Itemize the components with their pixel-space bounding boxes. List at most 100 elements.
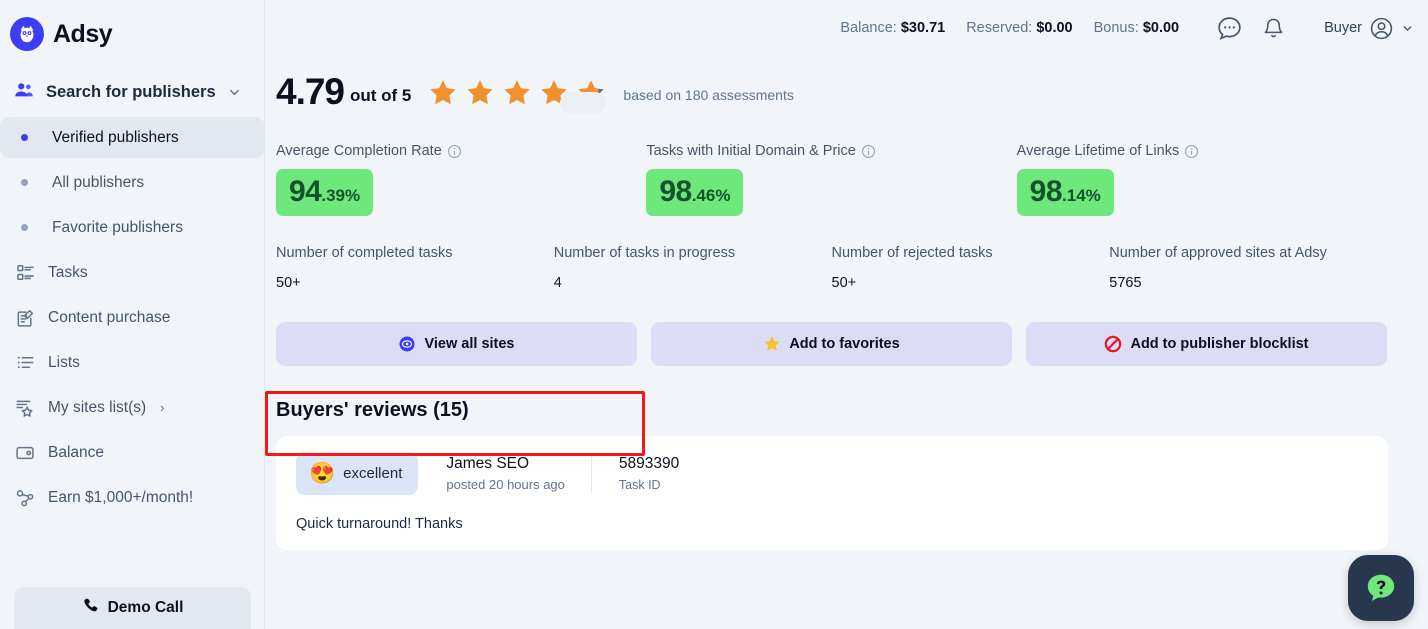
owl-logo-icon bbox=[10, 17, 44, 51]
sidebar-item-favorite-publishers[interactable]: Favorite publishers bbox=[0, 207, 264, 248]
reserved-label: Reserved: bbox=[966, 20, 1033, 36]
add-to-blocklist-label: Add to publisher blocklist bbox=[1130, 336, 1309, 352]
info-icon[interactable] bbox=[447, 144, 462, 159]
stat-label: Number of rejected tasks bbox=[831, 245, 993, 261]
sidebar-item-balance[interactable]: Balance bbox=[0, 432, 264, 473]
prohibited-icon bbox=[1104, 335, 1122, 353]
review-task-id-label: Task ID bbox=[618, 478, 661, 492]
review-task-info: 5893390 Task ID bbox=[590, 455, 680, 492]
stat-approved-sites: Number of approved sites at Adsy 5765 bbox=[1109, 245, 1387, 291]
user-avatar-icon bbox=[1369, 16, 1394, 41]
users-icon bbox=[13, 79, 35, 106]
balance-value: $30.71 bbox=[900, 20, 946, 36]
dot-icon bbox=[21, 134, 28, 141]
chat-dots-icon[interactable] bbox=[1214, 13, 1244, 43]
metric-value-dec: .39% bbox=[321, 186, 361, 205]
review-header: 😍 excellent James SEO posted 20 hours ag… bbox=[296, 452, 1368, 495]
metric-label: Average Lifetime of Links bbox=[1016, 143, 1180, 159]
brand-logo[interactable]: Adsy bbox=[0, 0, 264, 56]
stat-value: 50+ bbox=[831, 275, 857, 291]
tasks-icon bbox=[14, 262, 36, 284]
metric-label-wrap: Average Lifetime of Links bbox=[1017, 143, 1387, 159]
action-buttons-row: View all sites Add to favorites Add to p… bbox=[276, 322, 1387, 366]
scrolled-content-ghost bbox=[560, 92, 606, 114]
balance-display: Balance: $30.71 bbox=[840, 20, 945, 36]
stat-label: Number of tasks in progress bbox=[553, 245, 736, 261]
chevron-right-icon: › bbox=[160, 400, 165, 415]
eye-circle-icon bbox=[398, 335, 416, 353]
sidebar-search-publishers[interactable]: Search for publishers bbox=[0, 71, 264, 113]
sidebar-item-label: Balance bbox=[48, 443, 105, 461]
add-to-favorites-label: Add to favorites bbox=[789, 336, 900, 352]
dot-icon bbox=[21, 179, 28, 186]
rating-out-of-label: out of 5 bbox=[350, 85, 412, 105]
sidebar-item-earn[interactable]: Earn $1,000+/month! bbox=[0, 477, 264, 518]
metric-value-dec: .14% bbox=[1062, 186, 1101, 205]
metric-value-int: 98 bbox=[1029, 175, 1063, 208]
sidebar: Adsy Search for publishers Verified publ… bbox=[0, 0, 265, 629]
reserved-display: Reserved: $0.00 bbox=[966, 20, 1072, 36]
heart-eyes-emoji-icon: 😍 bbox=[309, 462, 336, 485]
demo-call-label: Demo Call bbox=[107, 599, 184, 616]
review-task-id: 5893390 bbox=[618, 455, 680, 472]
reserved-value: $0.00 bbox=[1036, 20, 1073, 36]
sidebar-item-lists[interactable]: Lists bbox=[0, 342, 264, 383]
bonus-display: Bonus: $0.00 bbox=[1094, 20, 1179, 36]
sidebar-item-label: Tasks bbox=[48, 263, 88, 281]
metric-label-wrap: Tasks with Initial Domain & Price bbox=[646, 143, 1016, 159]
sidebar-item-label: Earn $1,000+/month! bbox=[48, 488, 194, 506]
top-header: Balance: $30.71 Reserved: $0.00 Bonus: $… bbox=[265, 0, 1428, 56]
metric-value-int: 98 bbox=[659, 175, 692, 208]
metric-badge: 94 .39% bbox=[276, 169, 374, 216]
reviews-section-title: Buyers' reviews (15) bbox=[276, 399, 469, 421]
sidebar-item-my-sites-lists[interactable]: My sites list(s) › bbox=[0, 387, 264, 428]
review-sentiment-badge: 😍 excellent bbox=[296, 452, 419, 495]
main-content: 4.79 out of 5 based on 180 assessments A… bbox=[265, 56, 1428, 629]
sidebar-item-label: Lists bbox=[48, 353, 80, 371]
view-all-sites-button[interactable]: View all sites bbox=[276, 322, 637, 366]
stat-completed-tasks: Number of completed tasks 50+ bbox=[276, 245, 554, 291]
lists-icon bbox=[14, 352, 36, 374]
wallet-icon bbox=[14, 442, 36, 464]
chevron-down-icon bbox=[227, 85, 242, 100]
add-to-favorites-button[interactable]: Add to favorites bbox=[651, 322, 1012, 366]
user-menu[interactable]: Buyer bbox=[1324, 16, 1414, 41]
share-nodes-icon bbox=[14, 487, 36, 509]
info-icon[interactable] bbox=[1184, 144, 1199, 159]
metric-average-lifetime-of-links: Average Lifetime of Links 98 .14% bbox=[1016, 143, 1387, 216]
stat-label: Number of completed tasks bbox=[276, 245, 453, 261]
stat-value: 5765 bbox=[1109, 275, 1142, 291]
sidebar-item-all-publishers[interactable]: All publishers bbox=[0, 162, 264, 203]
metric-average-completion-rate: Average Completion Rate 94 .39% bbox=[276, 143, 646, 216]
brand-name: Adsy bbox=[53, 19, 113, 48]
add-to-publisher-blocklist-button[interactable]: Add to publisher blocklist bbox=[1026, 322, 1387, 366]
demo-call-button[interactable]: Demo Call bbox=[14, 587, 251, 629]
stat-label: Number of approved sites at Adsy bbox=[1109, 245, 1327, 261]
metric-badge: 98 .46% bbox=[646, 169, 744, 216]
my-sites-star-icon bbox=[14, 397, 36, 419]
user-role-label: Buyer bbox=[1324, 20, 1362, 36]
sidebar-item-label: Content purchase bbox=[48, 308, 171, 326]
metric-label: Average Completion Rate bbox=[276, 143, 442, 159]
bonus-label: Bonus: bbox=[1093, 20, 1139, 36]
help-button[interactable] bbox=[1348, 555, 1414, 621]
review-posted-time: posted 20 hours ago bbox=[446, 477, 565, 492]
stat-value: 50+ bbox=[276, 275, 301, 291]
chevron-down-icon bbox=[1401, 22, 1414, 35]
bell-icon[interactable] bbox=[1258, 13, 1288, 43]
review-card: 😍 excellent James SEO posted 20 hours ag… bbox=[276, 436, 1388, 550]
reviewer-info: James SEO posted 20 hours ago bbox=[446, 455, 591, 492]
view-all-sites-label: View all sites bbox=[424, 336, 515, 352]
metric-badge: 98 .14% bbox=[1016, 169, 1114, 216]
bonus-value: $0.00 bbox=[1142, 20, 1180, 36]
info-icon[interactable] bbox=[861, 144, 876, 159]
sidebar-item-tasks[interactable]: Tasks bbox=[0, 252, 264, 293]
sidebar-item-verified-publishers[interactable]: Verified publishers bbox=[0, 117, 264, 158]
rating-note: based on 180 assessments bbox=[623, 87, 794, 103]
metrics-row: Average Completion Rate 94 .39% Tasks wi… bbox=[276, 143, 1387, 216]
sidebar-item-label: Verified publishers bbox=[52, 128, 179, 146]
metric-tasks-initial-domain-price: Tasks with Initial Domain & Price 98 .46… bbox=[646, 143, 1016, 216]
sidebar-item-label: All publishers bbox=[52, 173, 145, 191]
sidebar-item-content-purchase[interactable]: Content purchase bbox=[0, 297, 264, 338]
content-purchase-icon bbox=[14, 307, 36, 329]
